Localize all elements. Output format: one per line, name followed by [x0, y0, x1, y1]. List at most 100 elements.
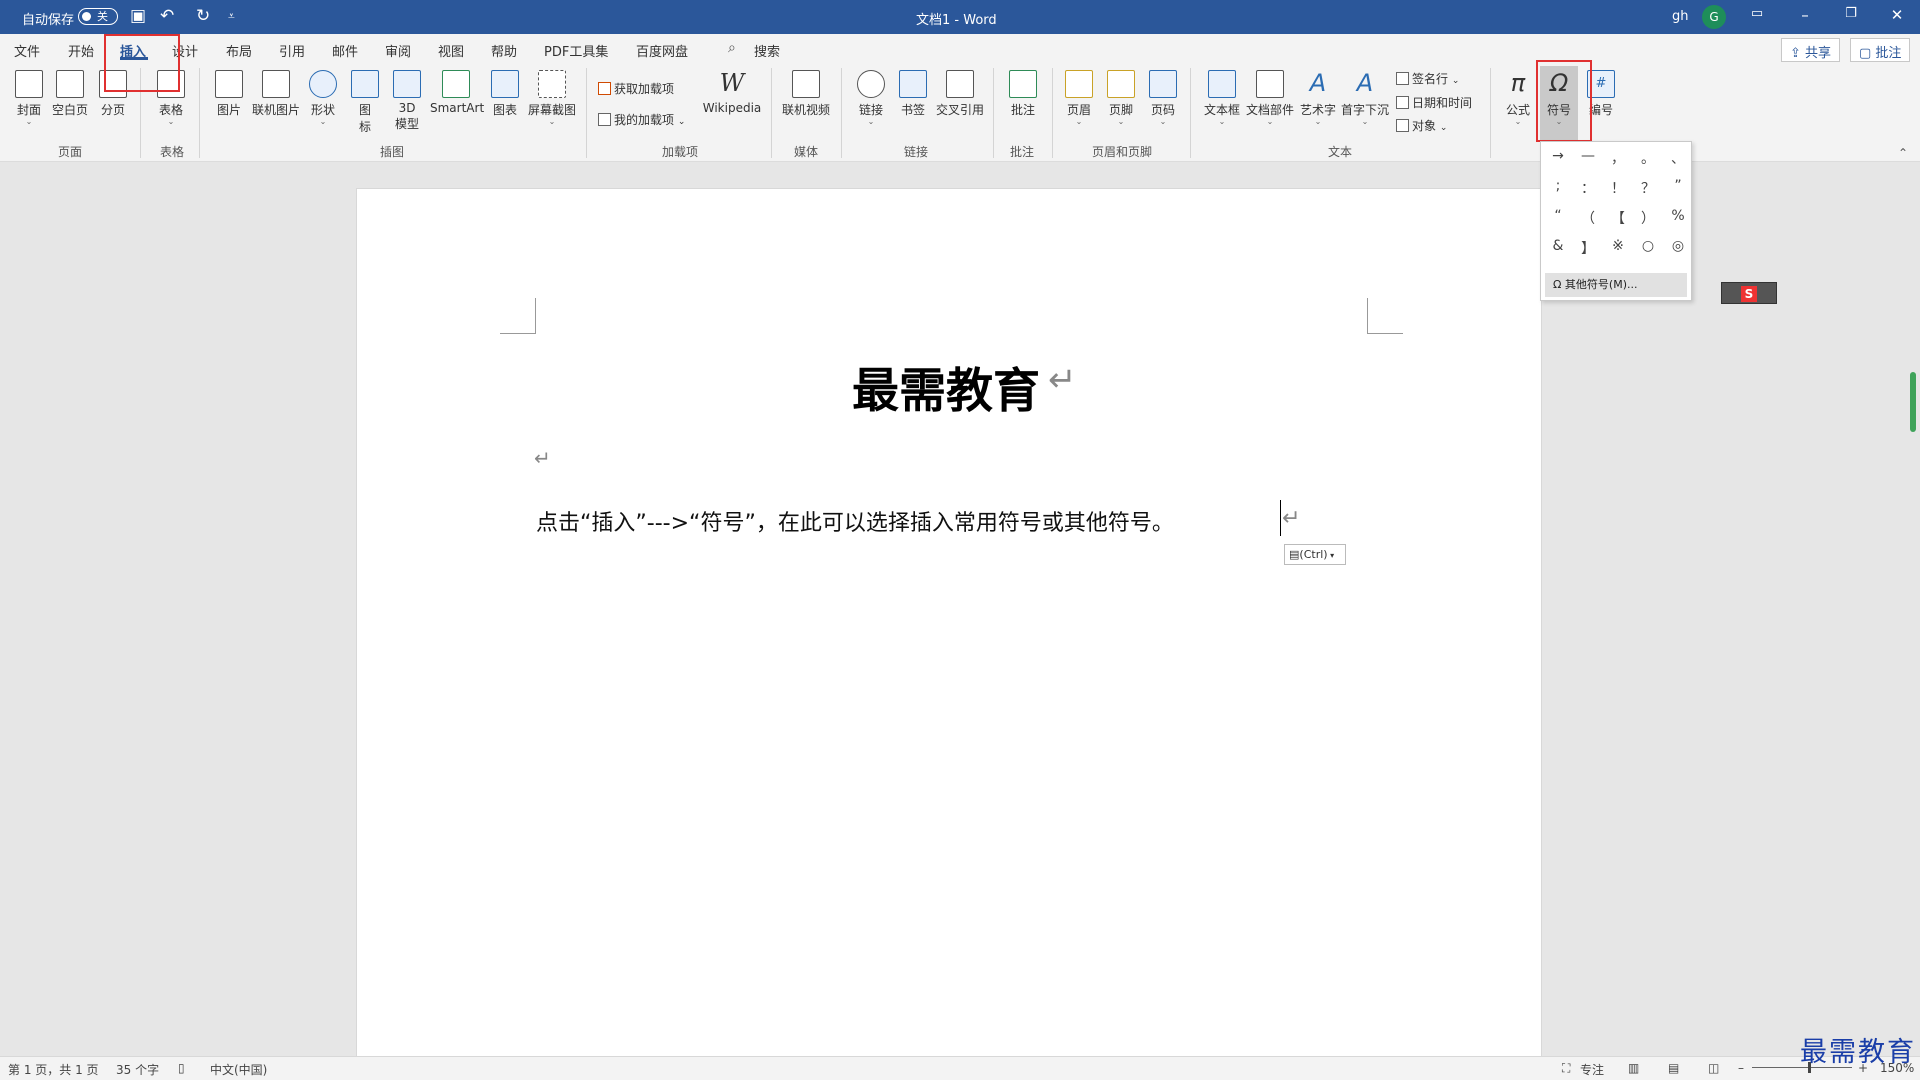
- text-cursor: [1280, 500, 1281, 536]
- word-count[interactable]: 35 个字: [116, 1061, 159, 1078]
- drop-cap-icon: A: [1356, 69, 1374, 97]
- date-time-button[interactable]: 日期和时间: [1396, 94, 1472, 111]
- my-addins-button[interactable]: 我的加载项 ⌄: [598, 111, 685, 128]
- comments-button[interactable]: ▢ 批注: [1850, 38, 1911, 62]
- online-video-button[interactable]: 联机视频: [780, 70, 832, 118]
- footer-button[interactable]: 页脚 ⌄: [1106, 70, 1136, 126]
- more-symbols-button[interactable]: Ω 其他符号(M)...: [1545, 273, 1687, 297]
- wikipedia-button[interactable]: W Wikipedia: [700, 70, 764, 115]
- group-label-text: 文本: [1327, 145, 1352, 159]
- redo-icon[interactable]: ↻: [196, 6, 210, 26]
- tab-pdf-tools[interactable]: PDF工具集: [544, 41, 608, 60]
- blank-page-button[interactable]: 空白页: [52, 70, 88, 118]
- zoom-out-icon[interactable]: –: [1738, 1061, 1744, 1075]
- tab-view[interactable]: 视图: [438, 41, 464, 60]
- signature-line-button[interactable]: 签名行 ⌄: [1396, 70, 1459, 87]
- symbol-item[interactable]: 。: [1635, 148, 1661, 168]
- web-layout-icon[interactable]: ◫: [1708, 1061, 1719, 1075]
- symbol-item[interactable]: （: [1575, 208, 1601, 228]
- symbol-item[interactable]: ”: [1665, 178, 1691, 194]
- new-comment-button[interactable]: 批注: [1006, 70, 1040, 118]
- ime-toolbar[interactable]: S: [1721, 282, 1777, 304]
- group-separator: [1052, 68, 1053, 158]
- share-button[interactable]: ⇪ 共享: [1781, 38, 1841, 62]
- link-button[interactable]: 链接 ⌄: [856, 70, 886, 126]
- symbol-item[interactable]: ，: [1605, 148, 1631, 168]
- focus-icon[interactable]: ⛶: [1562, 1061, 1570, 1076]
- symbol-item[interactable]: 、: [1665, 148, 1691, 168]
- shapes-button[interactable]: 形状 ⌄: [308, 70, 338, 126]
- tab-references[interactable]: 引用: [279, 41, 305, 60]
- symbol-item[interactable]: “: [1545, 208, 1571, 224]
- tab-review[interactable]: 审阅: [385, 41, 411, 60]
- symbol-item[interactable]: ○: [1635, 238, 1661, 254]
- object-button[interactable]: 对象 ⌄: [1396, 117, 1447, 134]
- undo-icon[interactable]: ↶: [160, 6, 174, 26]
- proofing-icon[interactable]: ▯: [178, 1061, 185, 1075]
- document-page[interactable]: [356, 188, 1542, 1058]
- symbol-item[interactable]: ）: [1635, 208, 1661, 228]
- bookmark-button[interactable]: 书签: [898, 70, 928, 118]
- icons-button[interactable]: 图 标: [350, 70, 380, 135]
- ribbon-display-icon[interactable]: ▭: [1742, 6, 1772, 21]
- link-icon: [857, 70, 885, 98]
- tab-home[interactable]: 开始: [68, 41, 94, 60]
- quick-parts-button[interactable]: 文档部件 ⌄: [1245, 70, 1295, 126]
- user-name[interactable]: gh: [1672, 9, 1689, 24]
- tab-layout[interactable]: 布局: [226, 41, 252, 60]
- language-indicator[interactable]: 中文(中国): [210, 1061, 267, 1078]
- tab-baidu-netdisk[interactable]: 百度网盘: [636, 41, 688, 60]
- search-box[interactable]: 搜索: [754, 41, 780, 60]
- symbol-item[interactable]: 【: [1605, 208, 1631, 228]
- customize-quick-access-icon[interactable]: ⩡: [228, 6, 235, 26]
- symbol-item[interactable]: —: [1575, 148, 1601, 164]
- 3d-models-button[interactable]: 3D 模型: [392, 70, 422, 132]
- get-addins-button[interactable]: 获取加载项: [598, 80, 674, 97]
- tab-help[interactable]: 帮助: [491, 41, 517, 60]
- paste-options-button[interactable]: ▤(Ctrl) ▾: [1284, 544, 1346, 565]
- minimize-icon[interactable]: –: [1790, 6, 1820, 24]
- close-icon[interactable]: ✕: [1882, 6, 1912, 24]
- tab-file[interactable]: 文件: [14, 41, 40, 60]
- avatar[interactable]: G: [1702, 5, 1726, 29]
- textbox-button[interactable]: 文本框 ⌄: [1202, 70, 1242, 126]
- symbol-item[interactable]: ;: [1545, 178, 1571, 194]
- icons-icon: [351, 70, 379, 98]
- vertical-scroll-indicator[interactable]: [1910, 372, 1916, 432]
- equation-button[interactable]: π 公式 ⌄: [1502, 70, 1534, 126]
- symbol-item[interactable]: 】: [1575, 238, 1601, 258]
- picture-button[interactable]: 图片: [212, 70, 246, 118]
- online-picture-button[interactable]: 联机图片: [250, 70, 302, 118]
- symbol-item[interactable]: ！: [1605, 178, 1631, 198]
- screenshot-button[interactable]: 屏幕截图 ⌄: [526, 70, 578, 126]
- smartart-button[interactable]: SmartArt: [430, 70, 484, 115]
- read-mode-icon[interactable]: ▥: [1628, 1061, 1639, 1075]
- cover-page-button[interactable]: 封面 ⌄: [14, 70, 44, 126]
- tab-mailings[interactable]: 邮件: [332, 41, 358, 60]
- print-layout-icon[interactable]: ▤: [1668, 1061, 1679, 1075]
- drop-cap-button[interactable]: A 首字下沉 ⌄: [1340, 70, 1390, 126]
- document-title[interactable]: 最需教育: [852, 352, 1040, 421]
- collapse-ribbon-icon[interactable]: ⌃: [1898, 146, 1908, 160]
- document-body-text[interactable]: 点击“插入”--->“符号”，在此可以选择插入常用符号或其他符号。: [536, 505, 1174, 537]
- page-number-button[interactable]: 页码 ⌄: [1148, 70, 1178, 126]
- symbol-item[interactable]: ？: [1635, 178, 1661, 198]
- symbol-item[interactable]: →: [1545, 148, 1571, 164]
- symbol-item[interactable]: &: [1545, 238, 1571, 254]
- focus-mode-button[interactable]: 专注: [1580, 1061, 1604, 1078]
- restore-icon[interactable]: ❐: [1836, 6, 1866, 21]
- highlight-symbol-button: [1536, 60, 1592, 142]
- chart-button[interactable]: 图表: [490, 70, 520, 118]
- header-button[interactable]: 页眉 ⌄: [1064, 70, 1094, 126]
- symbol-item[interactable]: ◎: [1665, 238, 1691, 254]
- cross-reference-button[interactable]: 交叉引用: [934, 70, 986, 118]
- save-icon[interactable]: ▣: [130, 6, 146, 26]
- page-count[interactable]: 第 1 页，共 1 页: [8, 1061, 99, 1078]
- autosave-toggle[interactable]: 关: [78, 8, 118, 25]
- paragraph-mark: ↵: [1282, 506, 1301, 531]
- wordart-button[interactable]: A 艺术字 ⌄: [1298, 70, 1338, 126]
- symbol-item[interactable]: ※: [1605, 238, 1631, 254]
- symbol-item[interactable]: %: [1665, 208, 1691, 224]
- search-icon[interactable]: ⌕: [728, 40, 736, 56]
- symbol-item[interactable]: ：: [1575, 178, 1601, 198]
